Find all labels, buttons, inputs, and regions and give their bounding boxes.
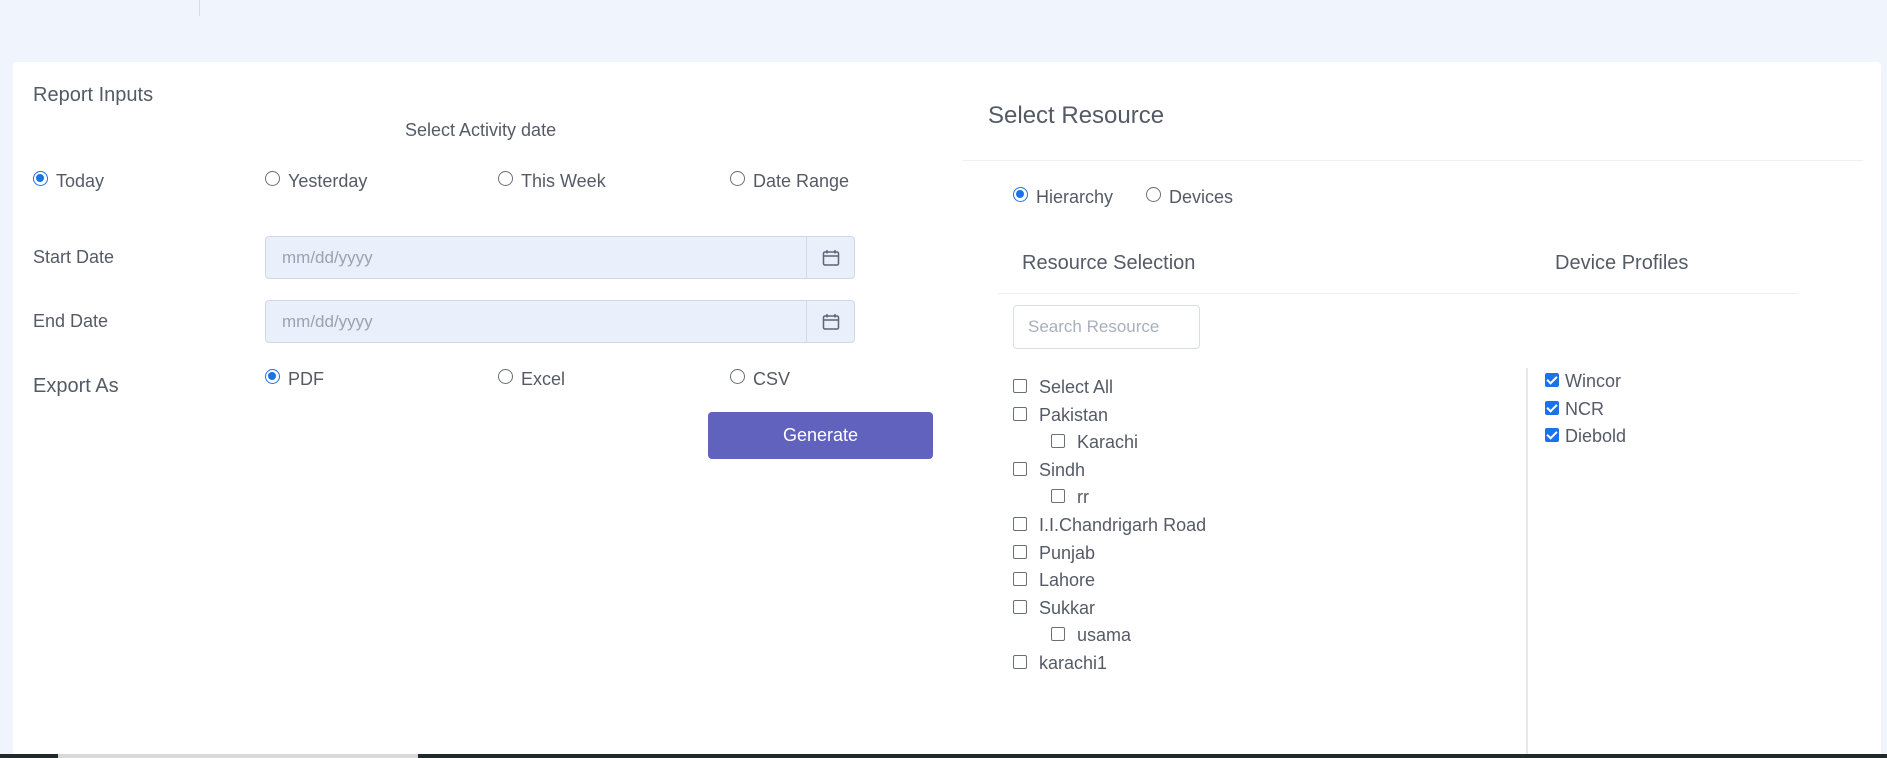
tree-item-label: Sindh [1039,460,1086,480]
calendar-icon [822,249,839,266]
profile-label: Diebold [1565,426,1627,446]
tree-item-rr[interactable]: rr [1051,487,1089,508]
start-date-placeholder: mm/dd/yyyy [282,248,373,267]
tree-item-label: usama [1077,625,1132,645]
radio-yesterday-label: Yesterday [288,171,368,191]
profile-ncr[interactable]: NCR [1545,399,1604,420]
resource-selection-heading: Resource Selection [1022,252,1196,274]
profile-label: Wincor [1565,371,1622,391]
profile-checkbox[interactable] [1545,372,1559,387]
tree-checkbox[interactable] [1013,461,1027,476]
radio-today-control[interactable] [33,171,48,186]
scrollbar-thumb[interactable] [58,754,418,758]
tree-checkbox[interactable] [1013,571,1027,586]
start-date-label: Start Date [33,247,115,267]
activity-date-label: Select Activity date [405,120,557,140]
resource-title-divider [963,160,1863,161]
tree-item-karachi[interactable]: Karachi [1051,432,1138,453]
tree-item-label: Sukkar [1039,598,1096,618]
radio-today[interactable]: Today [33,171,104,192]
radio-date-range-control[interactable] [730,171,745,186]
tree-checkbox[interactable] [1051,626,1065,641]
tree-checkbox[interactable] [1051,433,1065,448]
end-date-label: End Date [33,311,109,331]
radio-hierarchy-label: Hierarchy [1036,187,1114,207]
tree-checkbox[interactable] [1051,488,1065,503]
radio-this-week[interactable]: This Week [498,171,606,192]
tree-checkbox[interactable] [1013,544,1027,559]
tree-checkbox[interactable] [1013,406,1027,421]
radio-csv[interactable]: CSV [730,369,790,390]
tree-item-label: Select All [1039,377,1114,397]
tree-item-punjab[interactable]: Punjab [1013,543,1095,564]
search-resource-input[interactable]: Search Resource [1013,305,1200,349]
radio-csv-control[interactable] [730,369,745,384]
columns-separator [1526,368,1528,758]
end-date-placeholder: mm/dd/yyyy [282,312,373,331]
radio-pdf[interactable]: PDF [265,369,324,390]
tree-item-label: I.I.Chandrigarh Road [1039,515,1207,535]
tree-item-label: Pakistan [1039,405,1109,425]
end-date-input[interactable]: mm/dd/yyyy [265,300,855,343]
end-date-calendar-button[interactable] [806,301,854,342]
profile-checkbox[interactable] [1545,400,1559,415]
profile-label: NCR [1565,399,1604,419]
radio-pdf-label: PDF [288,369,324,389]
report-card: Report Inputs Select Activity date Today… [13,62,1881,758]
radio-this-week-label: This Week [521,171,606,191]
radio-yesterday-control[interactable] [265,171,280,186]
radio-date-range[interactable]: Date Range [730,171,849,192]
tree-item-label: karachi1 [1039,653,1108,673]
tree-item-pakistan[interactable]: Pakistan [1013,405,1108,426]
tree-item-chandrigarh-road[interactable]: I.I.Chandrigarh Road [1013,515,1206,536]
profile-checkbox[interactable] [1545,427,1559,442]
radio-excel[interactable]: Excel [498,369,565,390]
tree-item-label: rr [1077,487,1089,507]
radio-hierarchy-control[interactable] [1013,187,1028,202]
generate-button[interactable]: Generate [708,412,933,459]
radio-devices-control[interactable] [1146,187,1161,202]
start-date-calendar-button[interactable] [806,237,854,278]
select-resource-title: Select Resource [988,102,1165,129]
bottom-scrollbar[interactable] [0,754,1887,758]
tree-item-sukkar[interactable]: Sukkar [1013,598,1095,619]
tree-checkbox[interactable] [1013,654,1027,669]
radio-hierarchy[interactable]: Hierarchy [1013,187,1113,208]
radio-today-label: Today [56,171,105,191]
tree-checkbox[interactable] [1013,599,1027,614]
radio-csv-label: CSV [753,369,791,389]
radio-pdf-control[interactable] [265,369,280,384]
tree-item-select-all[interactable]: Select All [1013,377,1113,398]
tree-item-lahore[interactable]: Lahore [1013,570,1095,591]
tree-item-label: Punjab [1039,543,1096,563]
export-as-label: Export As [33,375,119,397]
tree-item-label: Karachi [1077,432,1139,452]
profile-wincor[interactable]: Wincor [1545,371,1621,392]
radio-devices[interactable]: Devices [1146,187,1233,208]
resource-columns-divider [998,293,1798,294]
tree-item-usama[interactable]: usama [1051,625,1131,646]
start-date-input[interactable]: mm/dd/yyyy [265,236,855,279]
tree-item-karachi1[interactable]: karachi1 [1013,653,1107,674]
tree-item-sindh[interactable]: Sindh [1013,460,1085,481]
profile-diebold[interactable]: Diebold [1545,426,1626,447]
radio-yesterday[interactable]: Yesterday [265,171,367,192]
radio-this-week-control[interactable] [498,171,513,186]
tree-checkbox[interactable] [1013,378,1027,393]
report-inputs-title: Report Inputs [33,84,154,106]
radio-devices-label: Devices [1169,187,1234,207]
radio-excel-control[interactable] [498,369,513,384]
topbar-divider [199,0,200,16]
radio-excel-label: Excel [521,369,566,389]
device-profiles-heading: Device Profiles [1555,252,1689,274]
radio-date-range-label: Date Range [753,171,850,191]
tree-item-label: Lahore [1039,570,1096,590]
calendar-icon [822,313,839,330]
tree-checkbox[interactable] [1013,516,1027,531]
